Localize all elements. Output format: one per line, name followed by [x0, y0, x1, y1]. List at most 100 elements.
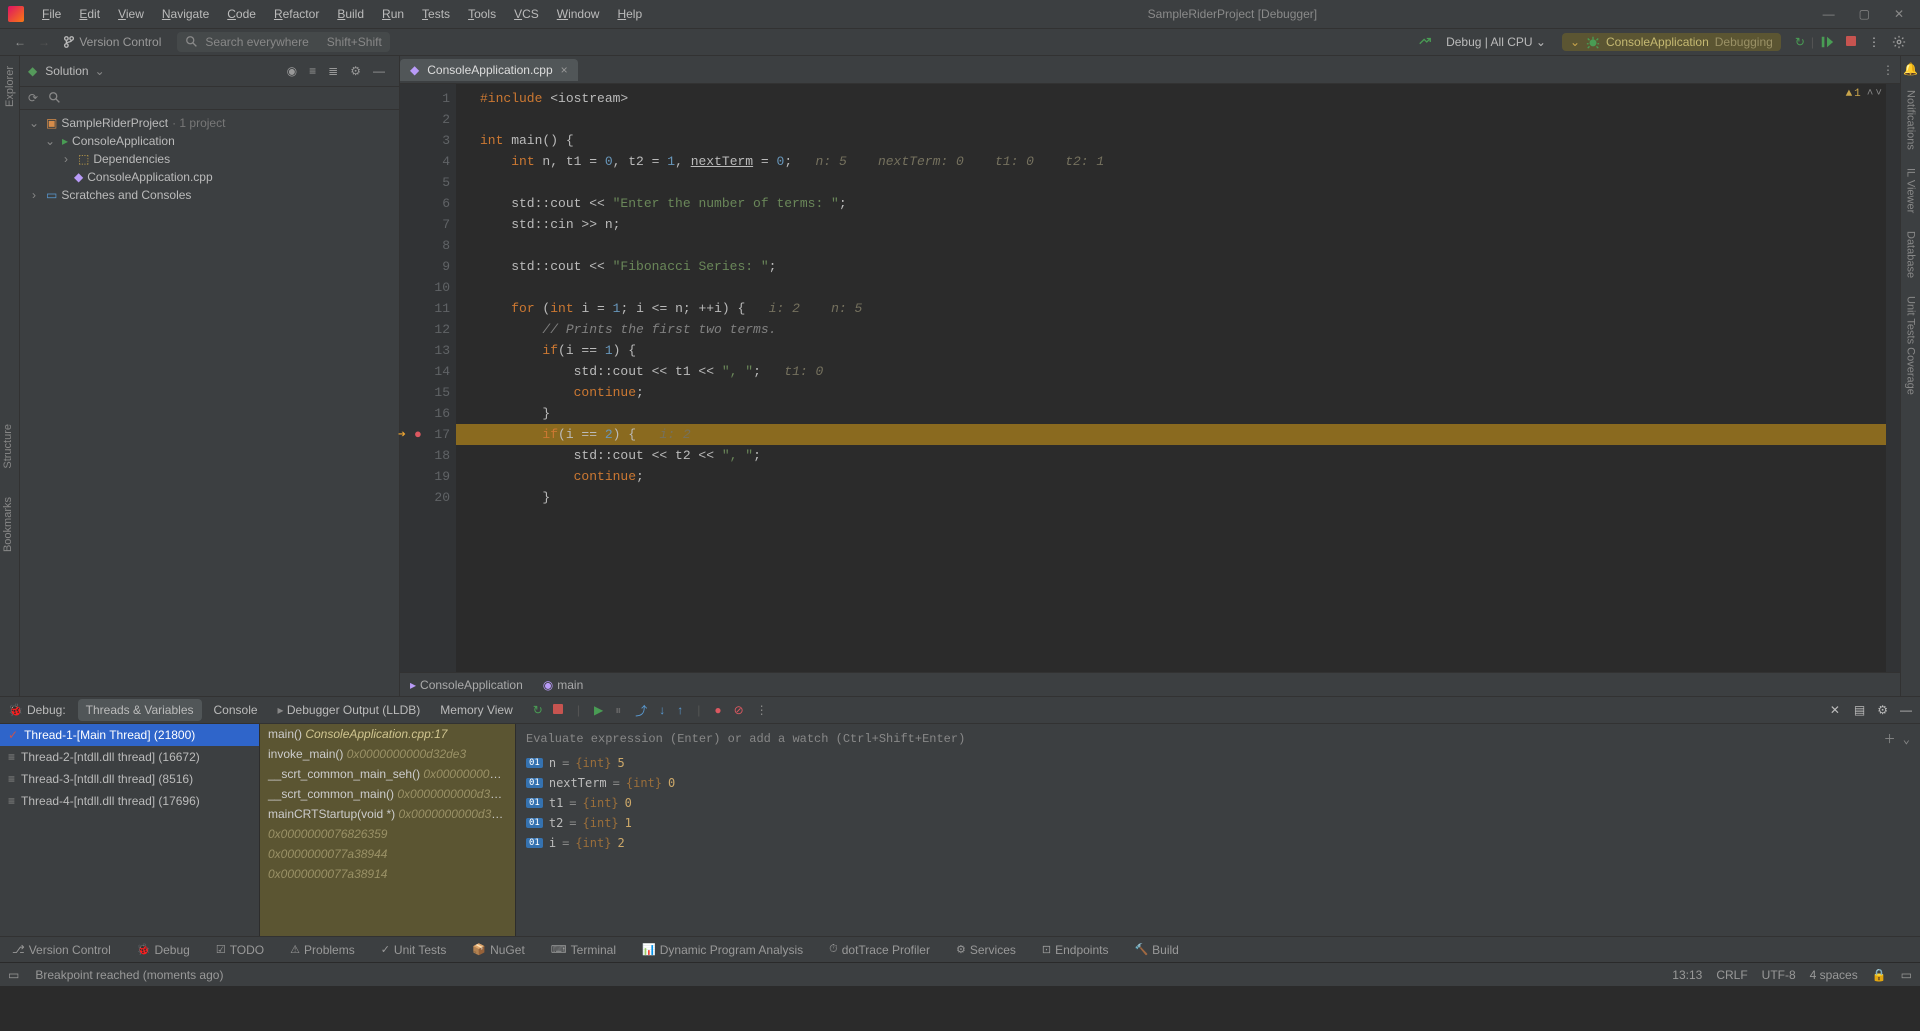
- debug-tab-threads[interactable]: Threads & Variables: [78, 699, 202, 721]
- run-config-selector[interactable]: Debug | All CPU ⌄: [1438, 33, 1554, 51]
- menu-edit[interactable]: Edit: [71, 3, 108, 25]
- menu-vcs[interactable]: VCS: [506, 3, 547, 25]
- debug-tab-console[interactable]: Console: [206, 699, 266, 721]
- bottom-tool-nuget[interactable]: 📦 NuGet: [468, 941, 528, 959]
- toolbar-settings-button[interactable]: [1886, 32, 1912, 53]
- debug-tab-output[interactable]: ▸ Debugger Output (LLDB): [270, 699, 429, 721]
- search-everywhere[interactable]: Search everywhere Shift+Shift: [177, 32, 389, 52]
- solution-hide-button[interactable]: —: [367, 60, 391, 82]
- right-tab-il-viewer[interactable]: IL Viewer: [1903, 164, 1919, 217]
- frame-row[interactable]: __scrt_common_main() 0x0000000000d32acd: [260, 784, 515, 804]
- right-tab-notifications[interactable]: Notifications: [1903, 86, 1919, 154]
- warnings-indicator[interactable]: ▲1 ˄ ˅: [1846, 88, 1882, 100]
- tree-app-node[interactable]: ⌄ ▸ ConsoleApplication: [26, 132, 393, 150]
- sync-button[interactable]: ⟳: [28, 91, 38, 105]
- right-tab-coverage[interactable]: Unit Tests Coverage: [1903, 292, 1919, 399]
- notifications-icon[interactable]: 🔔: [1903, 62, 1918, 76]
- debug-layout-button[interactable]: ▤: [1854, 703, 1865, 717]
- frame-row[interactable]: invoke_main() 0x0000000000d32de3: [260, 744, 515, 764]
- editor-more-button[interactable]: ⋮: [1876, 59, 1900, 81]
- step-into-button[interactable]: ↓: [659, 703, 665, 717]
- rerun-button[interactable]: ↻: [1789, 32, 1811, 52]
- nav-forward-button[interactable]: →: [32, 31, 56, 53]
- crumb-project[interactable]: ▸ConsoleApplication: [410, 678, 523, 692]
- locate-file-button[interactable]: ◉: [281, 60, 303, 82]
- add-watch-button[interactable]: ＋ ⌄: [1884, 730, 1910, 747]
- variable-row[interactable]: 01 i = {int} 2: [516, 833, 1920, 853]
- variable-row[interactable]: 01 n = {int} 5: [516, 753, 1920, 773]
- frame-row[interactable]: main() ConsoleApplication.cpp:17: [260, 724, 515, 744]
- debug-settings-button[interactable]: ⚙: [1877, 703, 1888, 717]
- readonly-lock-icon[interactable]: 🔒: [1872, 968, 1887, 982]
- solution-settings-button[interactable]: ⚙: [344, 60, 367, 82]
- close-window-button[interactable]: ✕: [1886, 3, 1912, 25]
- search-icon[interactable]: [48, 91, 62, 105]
- mute-breakpoints-button[interactable]: ⊘: [734, 703, 744, 717]
- resume-program-button[interactable]: ▶: [594, 703, 603, 717]
- menu-view[interactable]: View: [110, 3, 152, 25]
- crumb-function[interactable]: ◉main: [543, 678, 584, 692]
- menu-refactor[interactable]: Refactor: [266, 3, 327, 25]
- code-area[interactable]: #include <iostream> int main() { int n, …: [456, 84, 1900, 672]
- toolbar-more-button[interactable]: ⋮: [1862, 32, 1886, 52]
- build-button[interactable]: [1412, 31, 1438, 54]
- variable-row[interactable]: 01 t1 = {int} 0: [516, 793, 1920, 813]
- evaluate-input[interactable]: Evaluate expression (Enter) or add a wat…: [516, 724, 1920, 753]
- bottom-tool-services[interactable]: ⚙ Services: [952, 941, 1020, 959]
- bottom-tool-todo[interactable]: ☑ TODO: [212, 941, 268, 959]
- frame-row[interactable]: 0x0000000077a38914: [260, 864, 515, 884]
- variable-row[interactable]: 01 nextTerm = {int} 0: [516, 773, 1920, 793]
- step-over-button[interactable]: ⤴: [635, 702, 647, 719]
- rerun-debug-button[interactable]: ↻: [533, 703, 543, 717]
- left-tab-structure[interactable]: Structure: [0, 420, 16, 473]
- debug-close-button[interactable]: ✕: [1830, 703, 1840, 717]
- right-tab-database[interactable]: Database: [1903, 227, 1919, 282]
- menu-help[interactable]: Help: [609, 3, 650, 25]
- pause-program-button[interactable]: ⏸: [615, 703, 621, 718]
- line-separator[interactable]: CRLF: [1716, 968, 1747, 982]
- bottom-tool-endpoints[interactable]: ⊡ Endpoints: [1038, 941, 1113, 959]
- debug-more-button[interactable]: ⋮: [756, 703, 768, 717]
- bottom-tool-problems[interactable]: ⚠ Problems: [286, 941, 359, 959]
- bottom-tool-unit-tests[interactable]: ✓ Unit Tests: [377, 941, 451, 959]
- debug-tab-memory[interactable]: Memory View: [432, 699, 520, 721]
- thread-row[interactable]: ≡ Thread-3-[ntdll.dll thread] (8516): [0, 768, 259, 790]
- left-tab-bookmarks[interactable]: Bookmarks: [0, 493, 16, 556]
- collapse-all-button[interactable]: ≣: [322, 60, 344, 82]
- bottom-tool-version-control[interactable]: ⎇ Version Control: [8, 941, 115, 959]
- bottom-tool-build[interactable]: 🔨 Build: [1130, 941, 1182, 959]
- bottom-tool-dynamic-program-analysis[interactable]: 📊 Dynamic Program Analysis: [638, 941, 807, 959]
- thread-row[interactable]: ✓ Thread-1-[Main Thread] (21800): [0, 724, 259, 746]
- vcs-branch-button[interactable]: Version Control: [56, 31, 167, 54]
- step-out-button[interactable]: ↑: [677, 703, 683, 717]
- tree-file-node[interactable]: ◆ ConsoleApplication.cpp: [26, 168, 393, 186]
- tree-scratches-node[interactable]: › ▭ Scratches and Consoles: [26, 186, 393, 204]
- minimize-button[interactable]: —: [1815, 3, 1843, 25]
- indent-setting[interactable]: 4 spaces: [1810, 968, 1858, 982]
- solution-dropdown-icon[interactable]: ⌄: [95, 64, 105, 78]
- bottom-tool-dottrace-profiler[interactable]: ⏱ dotTrace Profiler: [825, 941, 934, 959]
- stop-debug-button[interactable]: [553, 703, 563, 717]
- memory-indicator[interactable]: ▭: [1901, 968, 1912, 982]
- bottom-tool-terminal[interactable]: ⌨ Terminal: [547, 941, 620, 959]
- left-tab-explorer[interactable]: Explorer: [2, 62, 18, 111]
- maximize-button[interactable]: ▢: [1851, 3, 1878, 25]
- cursor-position[interactable]: 13:13: [1672, 968, 1702, 982]
- variable-row[interactable]: 01 t2 = {int} 1: [516, 813, 1920, 833]
- frame-row[interactable]: __scrt_common_main_seh() 0x0000000000d32…: [260, 764, 515, 784]
- menu-tools[interactable]: Tools: [460, 3, 504, 25]
- thread-row[interactable]: ≡ Thread-2-[ntdll.dll thread] (16672): [0, 746, 259, 768]
- menu-navigate[interactable]: Navigate: [154, 3, 217, 25]
- menu-tests[interactable]: Tests: [414, 3, 458, 25]
- frame-row[interactable]: 0x0000000077a38944: [260, 844, 515, 864]
- menu-build[interactable]: Build: [329, 3, 372, 25]
- debug-hide-button[interactable]: —: [1900, 703, 1912, 717]
- editor-tab-active[interactable]: ◆ ConsoleApplication.cpp ×: [400, 59, 578, 81]
- debugging-status-pill[interactable]: ⌄ ConsoleApplication Debugging: [1562, 33, 1781, 52]
- file-encoding[interactable]: UTF-8: [1762, 968, 1796, 982]
- nav-back-button[interactable]: ←: [8, 31, 32, 53]
- menu-run[interactable]: Run: [374, 3, 412, 25]
- stop-button[interactable]: [1840, 32, 1862, 52]
- expand-all-button[interactable]: ≡: [303, 60, 322, 82]
- editor-body[interactable]: 1234567891011121314151617➔●181920 #inclu…: [400, 84, 1900, 672]
